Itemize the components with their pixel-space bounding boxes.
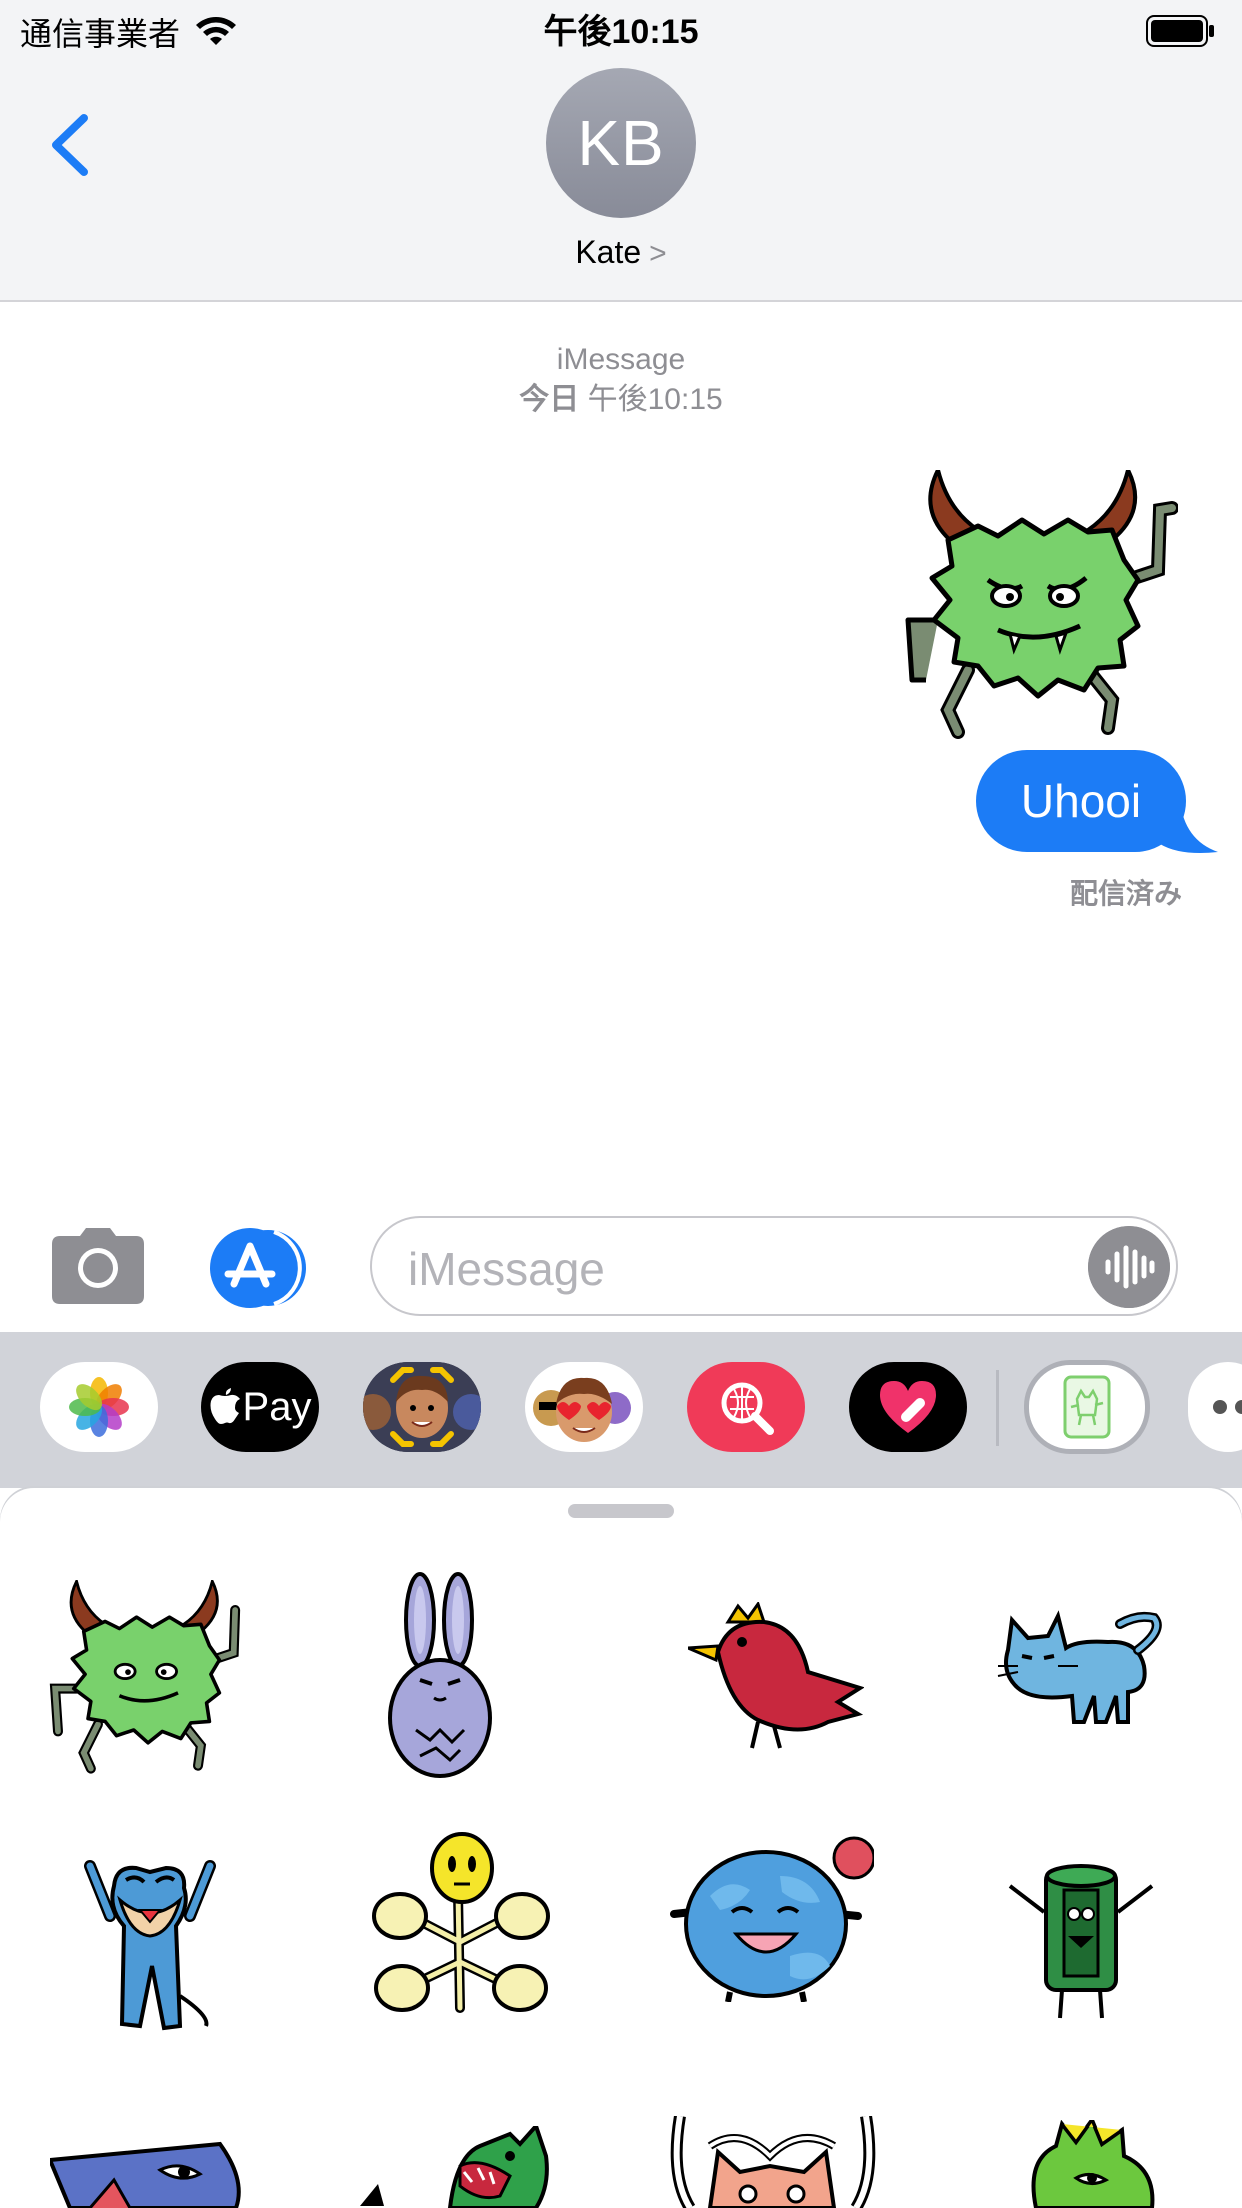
chevron-right-icon: > [649, 237, 667, 270]
sticker-green-dinosaur[interactable] [1026, 2120, 1166, 2208]
sticker-horned-cat-character[interactable] [670, 2116, 876, 2208]
camera-icon[interactable] [50, 1226, 146, 1306]
memoji-face-icon [363, 1362, 481, 1452]
animoji-stickers-icon[interactable] [525, 1362, 643, 1452]
delivery-status: 配信済み [1069, 878, 1182, 909]
apple-pay-icon[interactable]: Pay [201, 1362, 319, 1452]
sticker-red-bird[interactable] [688, 1602, 864, 1752]
apple-pay-label: Pay [242, 1384, 312, 1429]
message-bubble[interactable]: Uhooi [976, 750, 1186, 852]
timestamp-day: 今日 [519, 383, 580, 416]
bubble-tail [1160, 800, 1218, 853]
status-time: 午後10:15 [543, 13, 699, 51]
sticker-blue-cat[interactable] [988, 1610, 1164, 1730]
battery-icon [1146, 15, 1214, 47]
sticker-green-monster[interactable] [48, 1580, 248, 1780]
magnifier-globe-icon [721, 1382, 774, 1435]
back-chevron-icon[interactable] [40, 100, 110, 190]
conversation-meta: iMessage 今日 午後10:15 [0, 340, 1242, 420]
sticker-blue-shark[interactable] [50, 2140, 246, 2208]
sent-sticker-green-monster[interactable] [898, 470, 1178, 746]
sticker-blue-creature[interactable] [80, 1856, 220, 2036]
sticker-green-can-character[interactable] [1006, 1862, 1156, 2022]
photos-icon[interactable] [40, 1362, 158, 1452]
contact-avatar[interactable]: KB [546, 68, 696, 218]
apple-logo-icon [210, 1388, 240, 1424]
panel-grabber[interactable] [568, 1504, 674, 1518]
memoji-icon[interactable] [363, 1362, 481, 1452]
contact-name: Kate [575, 234, 642, 270]
heart-touch-icon [880, 1381, 936, 1433]
sticker-yellow-flower[interactable] [370, 1832, 552, 2018]
digital-touch-icon[interactable] [849, 1362, 967, 1452]
sticker-lavender-rabbit[interactable] [380, 1570, 500, 1780]
contact-name-row[interactable]: Kate > [0, 232, 1242, 274]
message-timestamp: 今日 午後10:15 [0, 380, 1242, 420]
sticker-green-dragon[interactable] [360, 2126, 572, 2208]
heart-eyes-memoji-icon [533, 1377, 631, 1442]
message-input-placeholder: iMessage [408, 1243, 605, 1295]
audio-waveform-icon[interactable] [1088, 1226, 1170, 1308]
images-search-icon[interactable] [687, 1362, 805, 1452]
sticker-book-icon [1063, 1375, 1111, 1439]
sticker-earth-character[interactable] [670, 1836, 874, 2002]
timestamp-time: 午後10:15 [587, 383, 723, 416]
ellipsis-icon [1213, 1400, 1242, 1414]
photos-flower-icon [69, 1377, 129, 1437]
service-label: iMessage [556, 343, 686, 376]
app-drawer-divider [996, 1370, 999, 1446]
app-store-icon[interactable] [210, 1228, 316, 1308]
uhooi-stickers-icon[interactable] [1024, 1360, 1150, 1454]
